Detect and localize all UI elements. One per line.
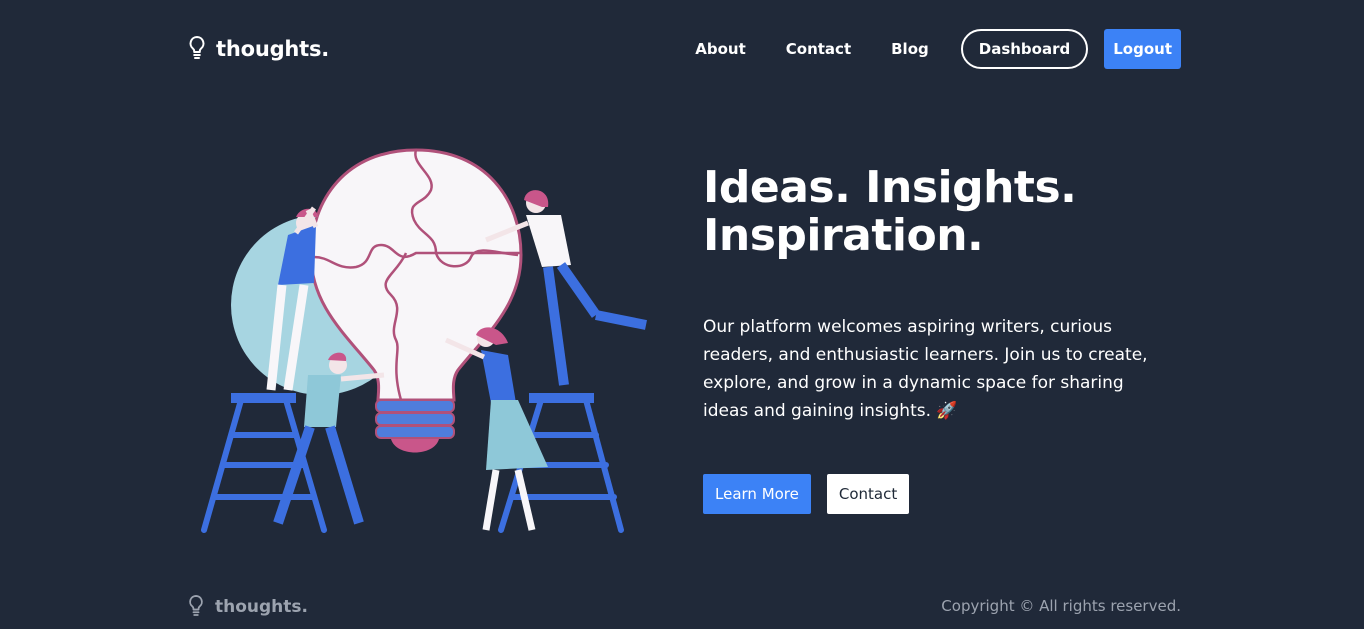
brand-logo[interactable]: thoughts.	[186, 35, 329, 63]
nav-link-about[interactable]: About	[695, 40, 746, 58]
lightbulb-icon	[186, 35, 216, 63]
nav-link-blog[interactable]: Blog	[891, 40, 929, 58]
lightbulb-icon	[186, 594, 215, 620]
top-nav: About Contact Blog Dashboard Logout	[695, 27, 1181, 71]
hero-title-line-1: Ideas. Insights.	[703, 162, 1077, 213]
header: thoughts. About Contact Blog Dashboard L…	[186, 27, 1181, 71]
hero-title: Ideas. Insights. Inspiration.	[703, 164, 1183, 260]
hero-title-line-2: Inspiration.	[703, 210, 984, 261]
landing-page: thoughts. About Contact Blog Dashboard L…	[0, 0, 1364, 629]
footer-brand-logo[interactable]: thoughts.	[186, 594, 308, 620]
hero-illustration	[196, 145, 662, 537]
copyright-text: Copyright © All rights reserved.	[941, 597, 1181, 615]
hero-content: Ideas. Insights. Inspiration. Our platfo…	[703, 164, 1183, 425]
hero-description: Our platform welcomes aspiring writers, …	[703, 317, 1148, 421]
nav-link-contact[interactable]: Contact	[786, 40, 851, 58]
brand-name: thoughts.	[216, 37, 330, 61]
logout-button[interactable]: Logout	[1104, 29, 1181, 69]
contact-button[interactable]: Contact	[826, 474, 910, 514]
hero-actions: Learn More Contact	[703, 474, 910, 514]
learn-more-button[interactable]: Learn More	[703, 474, 811, 514]
footer-brand-name: thoughts.	[215, 597, 308, 617]
dashboard-button[interactable]: Dashboard	[960, 29, 1089, 69]
